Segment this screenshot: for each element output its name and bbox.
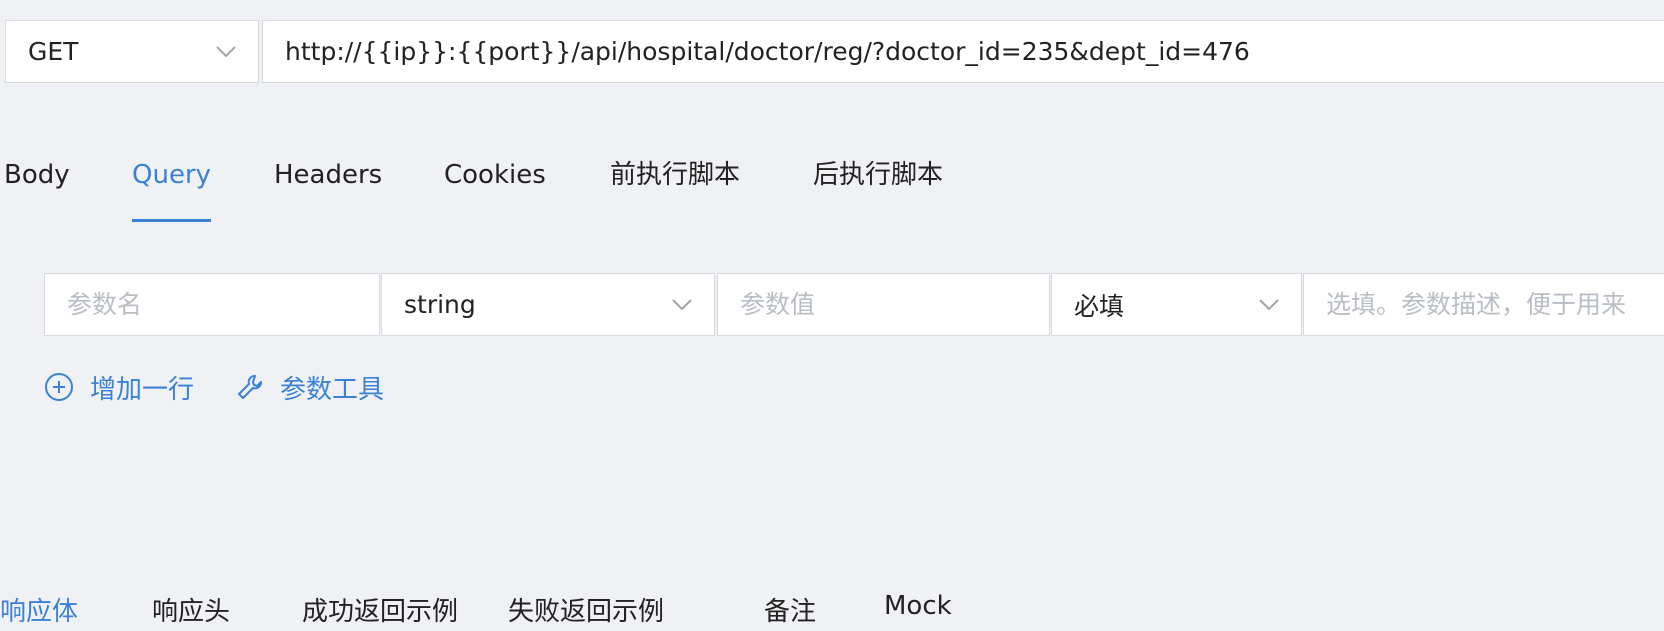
method-value: GET bbox=[28, 37, 79, 66]
param-value-field[interactable] bbox=[717, 273, 1050, 336]
param-required-select[interactable]: 必填 bbox=[1051, 273, 1302, 336]
method-select[interactable]: GET bbox=[5, 20, 259, 83]
tab-post-script[interactable]: 后执行脚本 bbox=[813, 150, 943, 222]
param-tools-label: 参数工具 bbox=[280, 374, 385, 405]
add-row-label: 增加一行 bbox=[90, 374, 195, 405]
tab-body[interactable]: Body bbox=[4, 150, 70, 222]
param-name-input[interactable] bbox=[67, 290, 357, 319]
param-type-select[interactable]: string bbox=[381, 273, 715, 336]
request-tabs: Body Query Headers Cookies 前执行脚本 后执行脚本 bbox=[0, 150, 1100, 222]
url-field[interactable] bbox=[262, 20, 1664, 83]
plus-circle-icon bbox=[45, 373, 73, 401]
tab-mock[interactable]: Mock bbox=[884, 591, 952, 621]
tab-query[interactable]: Query bbox=[132, 150, 212, 222]
param-tools-button[interactable]: 参数工具 bbox=[236, 367, 384, 407]
tab-failure-example[interactable]: 失败返回示例 bbox=[508, 591, 664, 628]
add-row-button[interactable]: 增加一行 bbox=[44, 367, 194, 407]
tab-notes[interactable]: 备注 bbox=[764, 591, 816, 628]
tab-pre-script[interactable]: 前执行脚本 bbox=[610, 150, 740, 222]
param-required-value: 必填 bbox=[1074, 291, 1125, 321]
tab-cookies[interactable]: Cookies bbox=[444, 150, 546, 222]
tab-success-example[interactable]: 成功返回示例 bbox=[302, 591, 458, 628]
param-name-field[interactable] bbox=[44, 273, 380, 336]
chevron-down-icon bbox=[216, 45, 236, 57]
wrench-icon bbox=[238, 375, 262, 399]
param-desc-field[interactable] bbox=[1303, 273, 1664, 336]
chevron-down-icon bbox=[672, 298, 692, 310]
param-type-value: string bbox=[404, 290, 476, 319]
tab-response-headers[interactable]: 响应头 bbox=[152, 591, 230, 628]
url-input[interactable] bbox=[285, 37, 1650, 66]
tab-headers[interactable]: Headers bbox=[274, 150, 382, 222]
param-desc-input[interactable] bbox=[1326, 290, 1664, 319]
param-value-input[interactable] bbox=[740, 290, 1027, 319]
response-tabs: 响应体 响应头 成功返回示例 失败返回示例 备注 Mock bbox=[0, 591, 1664, 631]
chevron-down-icon bbox=[1259, 298, 1279, 310]
tab-response-body[interactable]: 响应体 bbox=[0, 591, 78, 628]
